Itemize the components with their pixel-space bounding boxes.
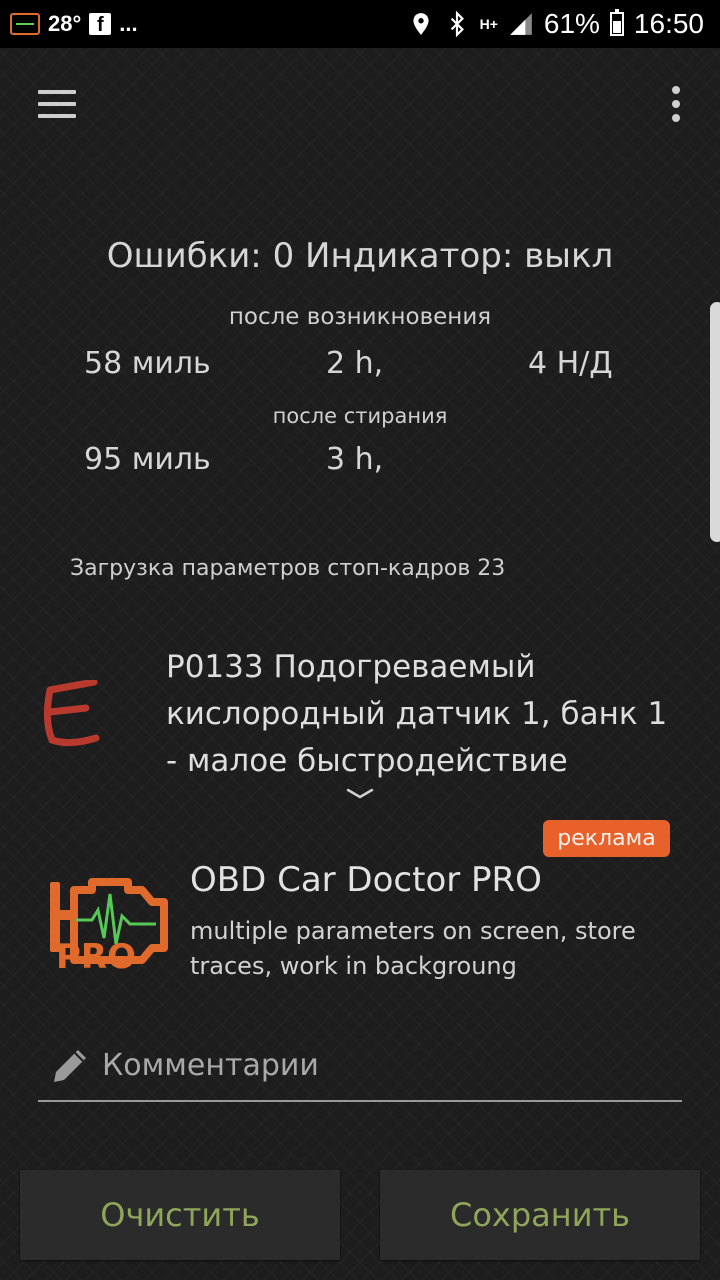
freeze-frame-status: Загрузка параметров стоп-кадров 23 <box>70 556 506 581</box>
comment-underline <box>38 1100 682 1102</box>
status-bar: 28° f ... H+ 61% 16:50 <box>0 0 720 48</box>
ad-description[interactable]: multiple parameters on screen, store tra… <box>190 914 680 984</box>
dtc-line: кислородный датчик 1, банк 1 <box>166 696 668 732</box>
logo-text: PRO <box>56 937 136 976</box>
comment-input[interactable] <box>102 1040 672 1090</box>
occurrence-extra: 4 Н/Д <box>528 346 613 381</box>
overflow-menu-icon[interactable] <box>668 86 684 122</box>
clock: 16:50 <box>633 8 704 39</box>
facebook-icon: f <box>89 13 112 36</box>
pencil-icon <box>54 1050 86 1082</box>
dtc-line: - малое быстродействие <box>166 743 568 779</box>
ad-badge: реклама <box>543 820 670 857</box>
battery-icon <box>609 9 624 36</box>
since-occurrence-label: после возникновения <box>228 304 492 330</box>
battery-percent: 61% <box>543 8 600 39</box>
chevron-down-icon[interactable] <box>344 786 376 802</box>
temperature: 28° <box>48 11 82 36</box>
errors-title: Ошибки: 0 Индикатор: выкл <box>106 236 614 276</box>
clear-button[interactable]: Очистить <box>20 1170 340 1260</box>
bluetooth-icon <box>450 11 464 37</box>
network-type: H+ <box>479 16 498 32</box>
clear-distance: 95 миль <box>84 442 211 477</box>
occurrence-time: 2 h, <box>326 346 384 381</box>
obd-pro-logo-icon[interactable]: PRO <box>48 864 172 976</box>
clear-time: 3 h, <box>326 442 384 477</box>
occurrence-distance: 58 миль <box>84 346 211 381</box>
app-notification-icon <box>10 13 40 35</box>
location-icon <box>412 13 429 35</box>
ad-title[interactable]: OBD Car Doctor PRO <box>190 860 542 900</box>
dtc-description[interactable]: P0133 Подогреваемый кислородный датчик 1… <box>166 644 686 785</box>
status-right: H+ 61% 16:50 <box>408 0 704 48</box>
status-left: 28° f ... <box>10 0 138 48</box>
more-notifications: ... <box>119 11 138 36</box>
since-clear-label: после стирания <box>272 404 448 428</box>
error-e-icon <box>43 680 100 747</box>
save-button[interactable]: Сохранить <box>380 1170 700 1260</box>
signal-icon <box>510 13 532 35</box>
screen: 28° f ... H+ 61% 16:50 Ошибки: 0 Индикат… <box>0 0 720 1280</box>
hamburger-menu-icon[interactable] <box>38 90 76 118</box>
dtc-line: P0133 Подогреваемый <box>166 649 536 685</box>
